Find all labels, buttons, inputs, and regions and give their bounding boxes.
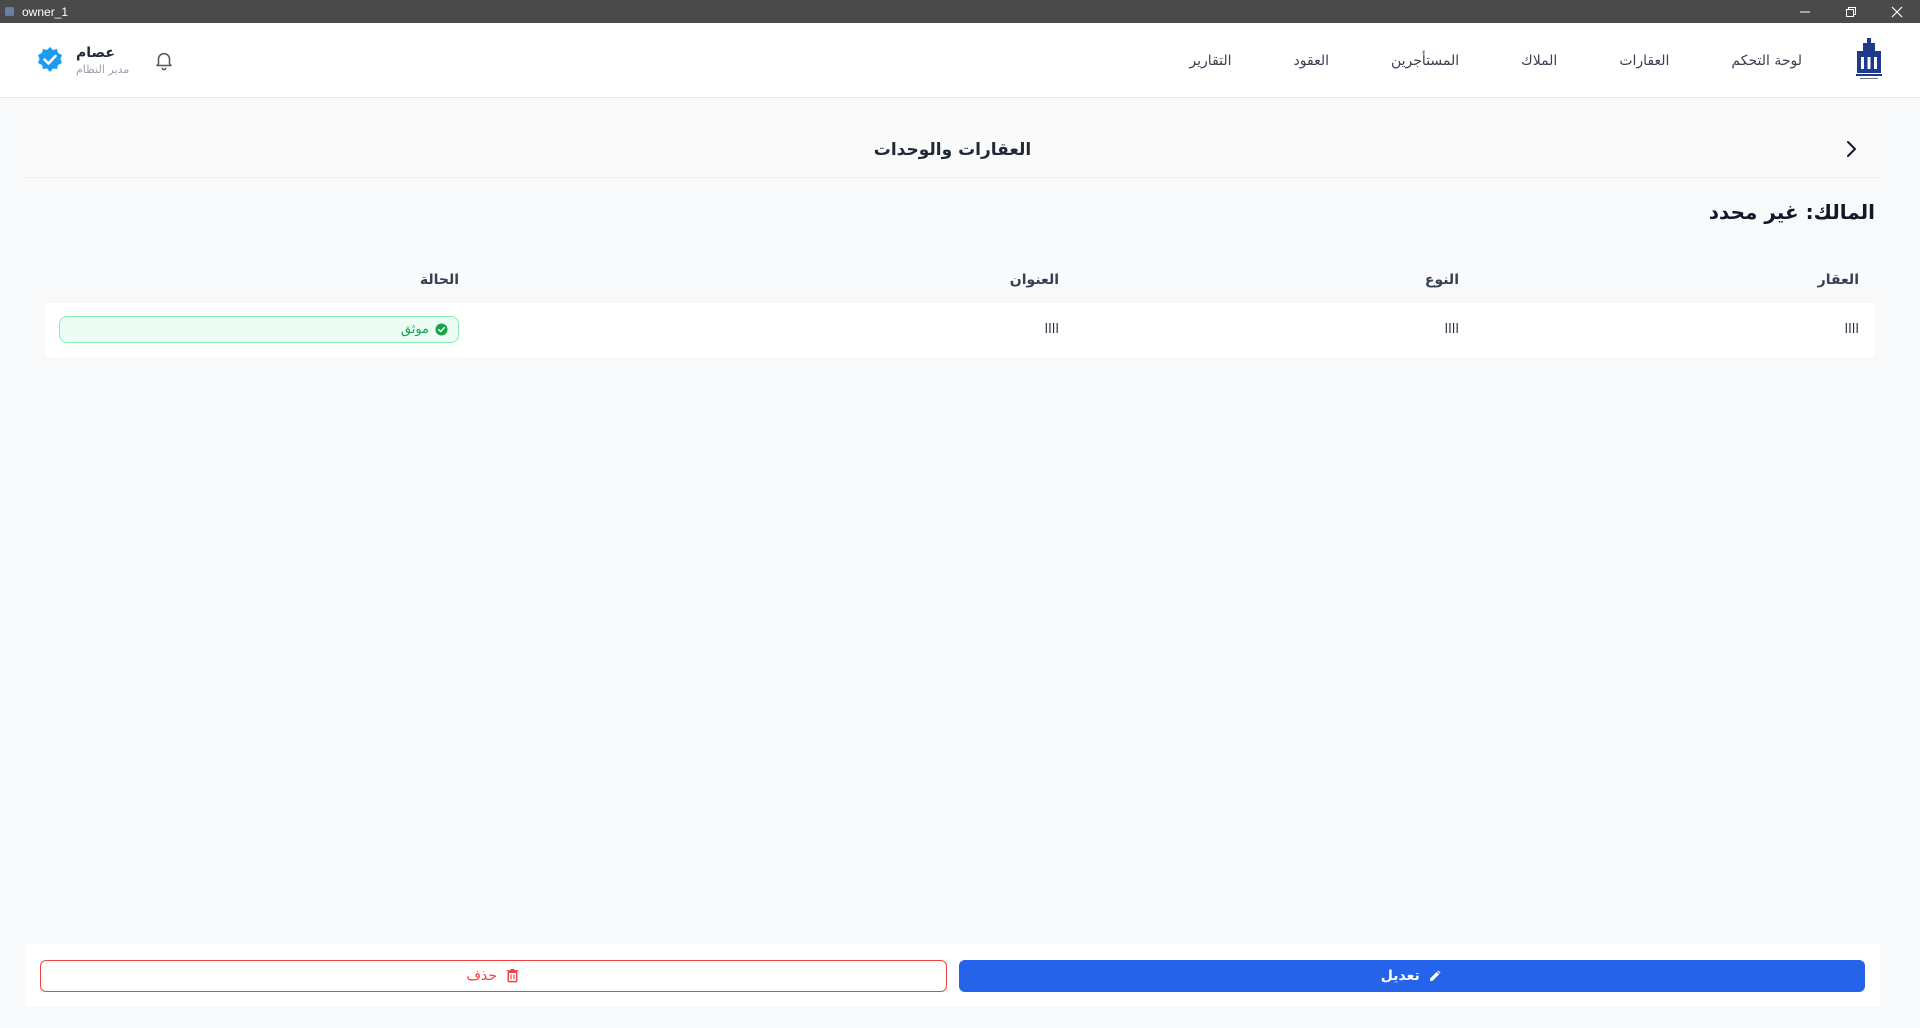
owner-heading: المالك: غير محدد: [1708, 200, 1875, 224]
cell-status: موثق: [45, 316, 475, 343]
app-icon: [5, 7, 14, 16]
main-nav: لوحة التحكم العقارات الملاك المستأجرين ا…: [1127, 23, 1802, 98]
window-controls: [1782, 0, 1920, 23]
cell-type: llll: [1444, 322, 1459, 337]
cell-property: llll: [1844, 322, 1859, 337]
delete-label: حذف: [466, 967, 498, 984]
nav-owners[interactable]: الملاك: [1521, 53, 1557, 69]
app-header: لوحة التحكم العقارات الملاك المستأجرين ا…: [0, 23, 1920, 98]
pencil-icon: [1429, 970, 1441, 982]
restore-icon: [1846, 6, 1856, 17]
table-header: العقار النوع العنوان الحالة: [45, 259, 1875, 301]
chevron-right-icon[interactable]: [1840, 138, 1862, 160]
check-circle-icon: [435, 323, 448, 336]
delete-button[interactable]: حذف: [40, 959, 947, 992]
column-header-property: العقار: [1817, 272, 1859, 288]
nav-dashboard[interactable]: لوحة التحكم: [1731, 53, 1802, 69]
bell-icon[interactable]: [153, 49, 175, 71]
user-name: عصام: [76, 44, 115, 61]
properties-table: العقار النوع العنوان الحالة llll llll ll…: [45, 259, 1875, 357]
logo-icon[interactable]: [1854, 37, 1884, 81]
column-header-address: العنوان: [1009, 272, 1059, 288]
edit-label: تعديل: [1380, 967, 1420, 984]
status-badge: موثق: [59, 316, 459, 343]
restore-button[interactable]: [1828, 0, 1874, 23]
status-text: موثق: [400, 322, 429, 337]
nav-reports[interactable]: التقارير: [1189, 53, 1231, 69]
page-title: العقارات والوحدات: [873, 139, 1032, 160]
edit-button[interactable]: تعديل: [958, 959, 1865, 992]
nav-contracts[interactable]: العقود: [1294, 53, 1329, 69]
user-info: عصام مدير النظام: [76, 45, 129, 76]
minimize-button[interactable]: [1782, 0, 1828, 23]
verified-badge-icon: [38, 47, 62, 72]
page-header-bar: العقارات والوحدات: [25, 122, 1880, 178]
window-title: owner_1: [22, 4, 69, 19]
minimize-icon: [1800, 11, 1810, 12]
trash-icon: [506, 968, 519, 983]
user-profile[interactable]: عصام مدير النظام: [36, 40, 175, 80]
close-button[interactable]: [1874, 0, 1920, 23]
close-icon: [1891, 6, 1903, 17]
action-footer: حذف تعديل: [25, 944, 1880, 1007]
table-row[interactable]: llll llll llll موثق: [45, 301, 1875, 357]
cell-address: llll: [1044, 322, 1059, 337]
nav-properties[interactable]: العقارات: [1619, 53, 1669, 69]
user-role: مدير النظام: [76, 62, 130, 76]
column-header-status: الحالة: [419, 272, 459, 288]
window-titlebar: owner_1: [0, 0, 1920, 23]
column-header-type: النوع: [1424, 272, 1459, 288]
nav-tenants[interactable]: المستأجرين: [1391, 53, 1459, 69]
